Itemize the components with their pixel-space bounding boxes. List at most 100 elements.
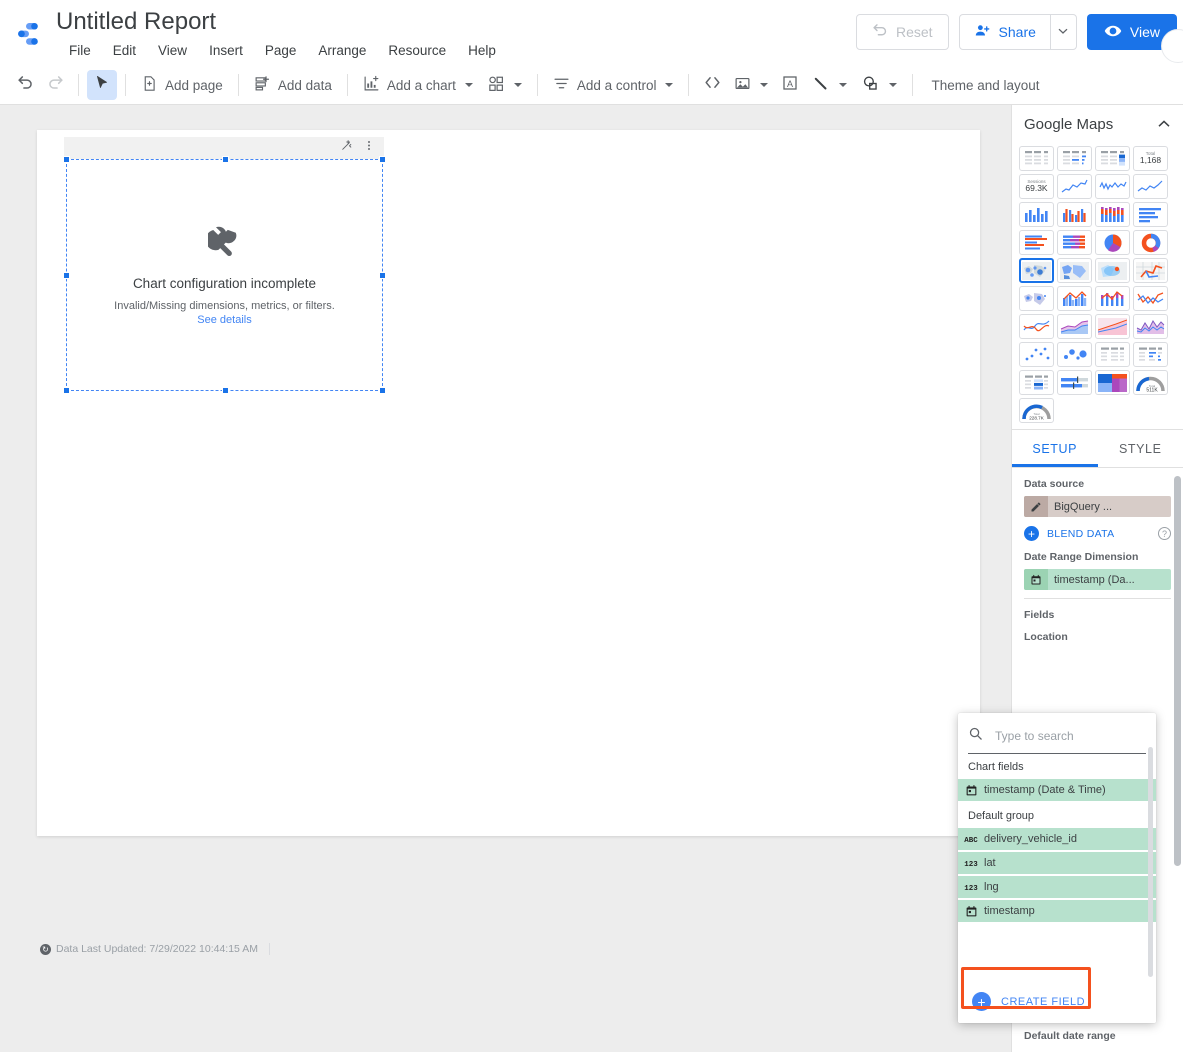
resize-handle[interactable] <box>222 387 229 394</box>
undo-button[interactable] <box>10 70 40 100</box>
gallery-tile-time-series-multi[interactable] <box>1095 174 1130 199</box>
gallery-tile-pie-chart[interactable] <box>1095 230 1130 255</box>
gallery-tile-column-chart-multi[interactable] <box>1057 202 1092 227</box>
blend-data-label: BLEND DATA <box>1047 527 1115 540</box>
gallery-tile-table[interactable] <box>1019 146 1054 171</box>
add-data-button[interactable]: Add data <box>247 70 339 100</box>
gallery-tile-bullet-chart[interactable] <box>1057 370 1092 395</box>
see-details-link[interactable]: See details <box>197 314 251 326</box>
gallery-tile-scorecard[interactable]: Total 1,168 <box>1133 146 1168 171</box>
gallery-tile-google-maps-lines[interactable] <box>1133 258 1168 283</box>
gallery-tile-donut-chart[interactable] <box>1133 230 1168 255</box>
resize-handle[interactable] <box>222 156 229 163</box>
community-visualization-button[interactable] <box>480 70 529 100</box>
theme-and-layout-button[interactable]: Theme and layout <box>921 78 1049 93</box>
gallery-tile-pivot-table-bars[interactable] <box>1133 342 1168 367</box>
blend-data-row[interactable]: + BLEND DATA ? <box>1024 526 1171 541</box>
gallery-tile-scatter-chart[interactable] <box>1019 342 1054 367</box>
data-source-chip[interactable]: BigQuery ... <box>1024 496 1171 517</box>
field-item-lat[interactable]: 123 lat <box>958 852 1156 874</box>
resize-handle[interactable] <box>63 272 70 279</box>
resize-handle[interactable] <box>379 272 386 279</box>
gallery-tile-area-chart[interactable] <box>1057 314 1092 339</box>
gallery-tile-stacked-bar[interactable] <box>1057 230 1092 255</box>
text-button[interactable]: A <box>775 70 805 100</box>
menu-item-edit[interactable]: Edit <box>102 41 147 60</box>
gallery-tile-stacked-column[interactable] <box>1095 202 1130 227</box>
report-canvas[interactable]: Chart configuration incomplete Invalid/M… <box>0 105 1011 1052</box>
gallery-tile-scorecard-compact[interactable]: Sessions 69.3K <box>1019 174 1054 199</box>
line-button[interactable] <box>805 70 854 100</box>
resize-handle[interactable] <box>63 387 70 394</box>
gallery-tile-bar-chart-multi[interactable] <box>1019 230 1054 255</box>
gallery-tile-geo-chart[interactable] <box>1019 286 1054 311</box>
create-field-button[interactable]: + CREATE FIELD <box>958 979 1156 1023</box>
chevron-up-icon[interactable] <box>1157 117 1171 131</box>
menu-item-insert[interactable]: Insert <box>198 41 254 60</box>
reset-button[interactable]: Reset <box>855 14 949 50</box>
menu-item-help[interactable]: Help <box>457 41 507 60</box>
gallery-tile-google-maps-bubble[interactable] <box>1019 258 1054 283</box>
calendar-icon <box>1024 569 1048 590</box>
gallery-tile-gauge-large[interactable]: Total 228.7K <box>1019 398 1054 423</box>
field-picker-dropdown[interactable]: Chart fields timestamp (Date & Time) Def… <box>958 713 1156 1023</box>
more-vert-icon[interactable] <box>363 139 375 157</box>
date-range-dimension-chip[interactable]: timestamp (Da... <box>1024 569 1171 590</box>
field-item-timestamp-date-time[interactable]: timestamp (Date & Time) <box>958 779 1156 801</box>
share-button[interactable]: Share <box>960 15 1050 49</box>
chart-type-gallery[interactable]: Total 1,168 Sessions 69.3K Total 511K To… <box>1012 143 1183 430</box>
gallery-tile-column-chart[interactable] <box>1019 202 1054 227</box>
redo-button[interactable] <box>40 70 70 100</box>
gallery-tile-combo-chart-stacked[interactable] <box>1095 286 1130 311</box>
menu-item-arrange[interactable]: Arrange <box>307 41 377 60</box>
menu-item-resource[interactable]: Resource <box>377 41 457 60</box>
gallery-tile-table-with-bars[interactable] <box>1057 146 1092 171</box>
avatar[interactable] <box>1161 29 1183 63</box>
gallery-tile-line-chart[interactable] <box>1133 286 1168 311</box>
field-search-input[interactable] <box>993 728 1133 744</box>
tab-style[interactable]: STYLE <box>1098 430 1183 467</box>
select-tool-button[interactable] <box>87 70 117 100</box>
gallery-tile-time-series[interactable] <box>1057 174 1092 199</box>
resize-handle[interactable] <box>63 156 70 163</box>
field-item-delivery-vehicle-id[interactable]: ABC delivery_vehicle_id <box>958 828 1156 850</box>
gallery-tile-stacked-area[interactable] <box>1095 314 1130 339</box>
menu-item-page[interactable]: Page <box>254 41 308 60</box>
field-search-row[interactable] <box>968 719 1146 754</box>
magic-wand-icon[interactable] <box>340 139 353 157</box>
report-page[interactable]: Chart configuration incomplete Invalid/M… <box>37 130 980 836</box>
gallery-tile-table-with-heatmap[interactable] <box>1095 146 1130 171</box>
resize-handle[interactable] <box>379 156 386 163</box>
share-dropdown-arrow[interactable] <box>1049 15 1076 49</box>
add-chart-button[interactable]: Add a chart <box>356 70 480 100</box>
gallery-tile-bubble-chart[interactable] <box>1057 342 1092 367</box>
tab-setup[interactable]: SETUP <box>1012 430 1098 467</box>
gallery-tile-combo-chart[interactable] <box>1057 286 1092 311</box>
gallery-tile-google-maps-filled[interactable] <box>1057 258 1092 283</box>
gallery-tile-treemap[interactable] <box>1095 370 1130 395</box>
chart-placeholder-subtitle: Invalid/Missing dimensions, metrics, or … <box>114 299 335 312</box>
image-button[interactable] <box>727 70 775 100</box>
shape-button[interactable] <box>854 70 904 100</box>
add-page-button[interactable]: Add page <box>134 70 230 100</box>
add-control-button[interactable]: Add a control <box>546 70 681 100</box>
gallery-tile-google-maps-heat[interactable] <box>1095 258 1130 283</box>
gallery-tile-gauge[interactable]: Total 511K <box>1133 370 1168 395</box>
panel-scrollbar[interactable] <box>1174 476 1181 866</box>
gallery-tile-sparkline[interactable] <box>1133 174 1168 199</box>
dropdown-scrollbar[interactable] <box>1148 747 1153 977</box>
resize-handle[interactable] <box>379 387 386 394</box>
gallery-tile-area-chart-alt[interactable] <box>1133 314 1168 339</box>
gallery-tile-smoothed-line[interactable] <box>1019 314 1054 339</box>
menu-item-view[interactable]: View <box>147 41 198 60</box>
chart-placeholder[interactable]: Chart configuration incomplete Invalid/M… <box>63 156 386 394</box>
report-title[interactable]: Untitled Report <box>56 8 216 36</box>
gallery-tile-pivot-table[interactable] <box>1095 342 1130 367</box>
menu-item-file[interactable]: File <box>58 41 102 60</box>
gallery-tile-bar-chart[interactable] <box>1133 202 1168 227</box>
field-item-timestamp[interactable]: timestamp <box>958 900 1156 922</box>
field-item-lng[interactable]: 123 lng <box>958 876 1156 898</box>
embed-button[interactable] <box>697 70 727 100</box>
help-circle-icon[interactable]: ? <box>1158 527 1171 540</box>
gallery-tile-pivot-table-heatmap[interactable] <box>1019 370 1054 395</box>
